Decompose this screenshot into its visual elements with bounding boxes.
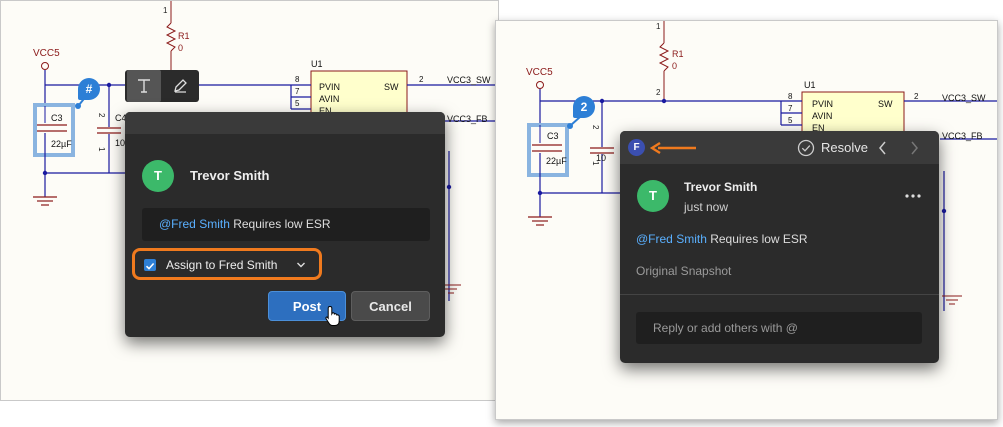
dialog-header [125,112,445,134]
u1-ref: U1 [311,59,323,69]
comment-pin-badge[interactable]: # [78,78,100,100]
check-icon [145,262,155,270]
c4-value: 10 [596,153,606,163]
author-avatar: T [637,180,669,212]
u1-pvin: PVIN [319,82,340,92]
c4-pin-2: 2 [97,113,106,118]
vcc5-symbol [41,62,49,70]
resolve-label: Resolve [821,140,868,155]
new-comment-dialog: T Trevor Smith @Fred Smith Requires low … [125,112,445,337]
c3-value: 22µF [51,139,72,149]
text-tool-button[interactable] [127,70,161,102]
vcc5-label: VCC5 [33,48,60,59]
hand-cursor-icon [325,305,340,326]
left-schematic-view: VCC5 1 R1 0 2 C3 22µF 2 1 C4 10 [0,0,499,401]
u1-pin-2: 2 [914,92,919,101]
chevron-right-icon[interactable] [908,140,920,156]
more-options-icon[interactable] [904,193,922,199]
c4-pin-2: 2 [591,125,600,130]
u1-sw: SW [878,99,893,109]
mention-fred-smith[interactable]: @Fred Smith [159,217,230,231]
r1-pin-1: 1 [163,6,168,15]
r1-pin-2: 2 [656,88,661,97]
comment-pin-badge[interactable]: 2 [573,96,595,118]
reply-input[interactable]: Reply or add others with @ [636,312,922,344]
u1-pin-5: 5 [788,116,793,125]
arrow-left-icon [650,141,696,155]
cancel-button[interactable]: Cancel [351,291,430,321]
thread-divider [620,294,939,295]
comment-time: just now [684,200,729,214]
u1-pin-2: 2 [419,75,424,84]
comment-input[interactable]: @Fred Smith Requires low ESR [142,208,430,241]
u1-pin-7: 7 [788,104,793,113]
u1-pvin: PVIN [812,99,833,109]
thread-header: F Resolve [620,131,939,164]
r1-ref: R1 [178,31,190,41]
comment-text: Requires low ESR [706,232,808,246]
author-name: Trevor Smith [190,168,270,183]
r1-resistor [165,22,177,52]
net-vcc3-fb: VCC3_FB [942,131,983,141]
assign-label[interactable]: Assign to Fred Smith [166,258,277,272]
r1-ref: R1 [672,49,684,59]
r1-pin-1: 1 [656,22,661,31]
c3-value: 22µF [546,156,567,166]
assign-checkbox[interactable] [144,259,156,271]
original-snapshot-link[interactable]: Original Snapshot [636,264,731,278]
chevron-down-icon[interactable] [296,261,306,269]
r1-value: 0 [178,43,183,53]
right-schematic-view: VCC5 1 R1 0 2 C3 22µF 2 1 10 U1 PVIN AVI… [495,20,998,420]
resolve-button[interactable]: Resolve [797,139,875,157]
u1-pin-8: 8 [788,92,793,101]
assignee-avatar[interactable]: F [628,139,645,156]
u1-pin-8: 8 [295,75,300,84]
net-vcc3-fb: VCC3_FB [447,114,488,124]
comment-text: Requires low ESR [229,217,331,231]
u1-avin: AVIN [319,94,339,104]
net-vcc3-sw: VCC3_SW [447,75,491,85]
u1-pin-5: 5 [295,99,300,108]
c3-ref: C3 [51,113,63,123]
comment-thread-panel: F Resolve T Trevor Smith just now @Fred … [620,131,939,363]
r1-value: 0 [672,61,677,71]
mention-fred-smith[interactable]: @Fred Smith [636,232,707,246]
author-avatar: T [142,160,174,192]
comment-body: @Fred Smith Requires low ESR [636,232,808,246]
author-name: Trevor Smith [684,180,758,194]
text-icon [138,79,150,93]
u1-avin: AVIN [812,111,832,121]
net-vcc3-sw: VCC3_SW [942,93,986,103]
c4-value: 10 [115,138,125,148]
u1-pin-7: 7 [295,87,300,96]
check-circle-icon [797,139,815,157]
u1-ref: U1 [804,80,816,90]
r1-resistor [658,42,670,72]
chevron-left-icon[interactable] [877,140,889,156]
pen-tool-button[interactable] [163,70,197,102]
c3-ref: C3 [547,131,559,141]
c4-pin-1: 1 [97,147,106,152]
annotation-toolbar [125,70,199,102]
u1-sw: SW [384,82,399,92]
pen-icon [174,79,187,93]
vcc5-label: VCC5 [526,67,553,78]
